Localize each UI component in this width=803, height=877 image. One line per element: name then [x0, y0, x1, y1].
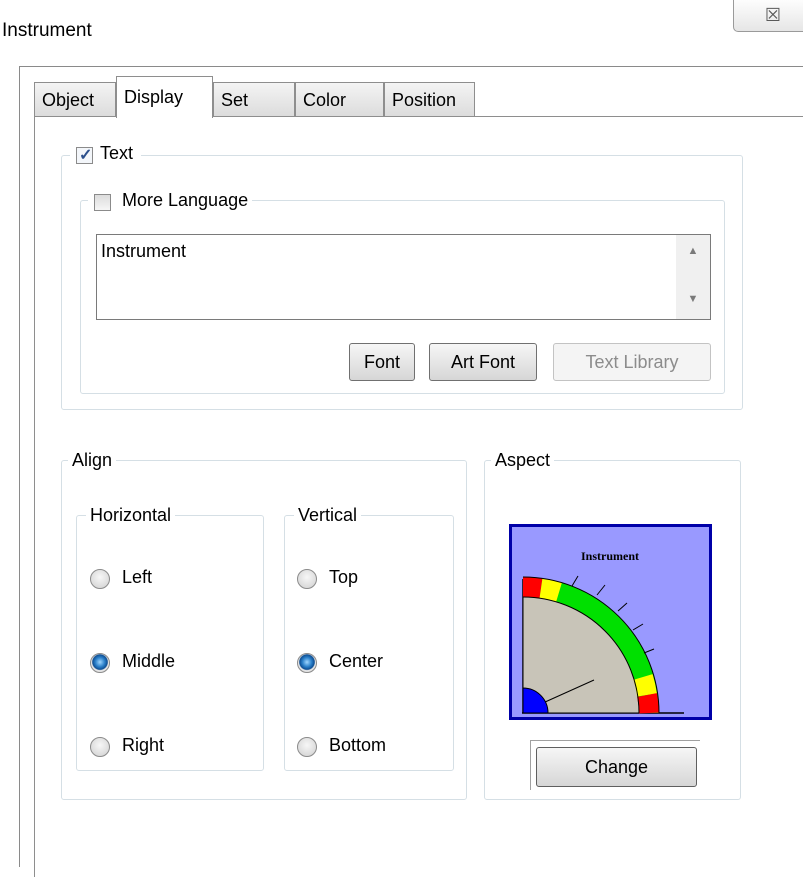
instrument-preview: Instrument	[509, 524, 712, 720]
gauge-arc-red-low	[522, 577, 543, 599]
align-title: Align	[68, 450, 117, 474]
radio-left-label: Left	[122, 567, 153, 587]
font-button[interactable]: Font	[349, 343, 415, 381]
window-title: Instrument	[2, 20, 92, 41]
text-content-field[interactable]: Instrument	[96, 234, 711, 320]
text-checkbox-label: Text	[100, 143, 134, 163]
aspect-title: Aspect	[491, 450, 555, 474]
checkmark-icon: ✓	[79, 147, 93, 164]
tab-label: Position	[392, 90, 457, 110]
tab-color[interactable]: Color	[295, 82, 384, 116]
tab-set[interactable]: Set	[213, 82, 295, 116]
tab-position[interactable]: Position	[384, 82, 475, 116]
text-library-button[interactable]: Text Library	[553, 343, 711, 381]
vertical-title: Vertical	[294, 505, 362, 529]
more-language-checkbox[interactable]	[94, 194, 111, 211]
tab-label: Set	[221, 90, 249, 110]
change-button[interactable]: Change	[536, 747, 697, 787]
radio-center-control[interactable]	[297, 653, 317, 673]
horizontal-title: Horizontal	[86, 505, 176, 529]
art-font-button-label: Art Font	[450, 352, 516, 372]
radio-middle-label: Middle	[122, 651, 176, 671]
radio-bottom-label: Bottom	[329, 735, 387, 755]
gauge-arc-yellow-high	[633, 674, 657, 697]
tab-object[interactable]: Object	[34, 82, 116, 116]
close-button[interactable]: ☒	[733, 0, 803, 32]
gauge-arc-yellow-low	[539, 578, 562, 602]
tab-label: Display	[124, 87, 184, 107]
radio-right-label: Right	[122, 735, 165, 755]
text-library-button-label: Text Library	[585, 352, 679, 372]
radio-left-control[interactable]	[90, 569, 110, 589]
more-language-label: More Language	[122, 190, 249, 210]
scroll-up-icon[interactable]: ▲	[676, 245, 710, 257]
radio-top-label: Top	[329, 567, 359, 587]
font-button-label: Font	[363, 352, 401, 372]
tab-display[interactable]: Display	[116, 76, 213, 118]
radio-middle-control[interactable]	[90, 653, 110, 673]
close-icon: ☒	[764, 5, 782, 25]
vertical-group	[284, 515, 454, 771]
tab-label: Color	[303, 90, 347, 110]
horizontal-group	[76, 515, 264, 771]
scroll-down-icon[interactable]: ▼	[676, 293, 710, 305]
text-checkbox-row[interactable]: ✓ Text	[70, 143, 142, 167]
tab-label: Object	[42, 90, 95, 110]
radio-right-control[interactable]	[90, 737, 110, 757]
change-button-label: Change	[584, 757, 649, 777]
art-font-button[interactable]: Art Font	[429, 343, 537, 381]
text-checkbox[interactable]: ✓	[76, 147, 93, 164]
more-language-row[interactable]: More Language	[88, 190, 253, 214]
textarea-scrollbar[interactable]: ▲ ▼	[676, 235, 710, 319]
radio-bottom-control[interactable]	[297, 737, 317, 757]
text-content-value: Instrument	[101, 241, 187, 261]
radio-top-control[interactable]	[297, 569, 317, 589]
instrument-gauge-illustration: Instrument	[512, 527, 709, 717]
gauge-arc-red-high	[637, 693, 659, 714]
radio-center-label: Center	[329, 651, 384, 671]
gauge-title: Instrument	[581, 549, 639, 563]
